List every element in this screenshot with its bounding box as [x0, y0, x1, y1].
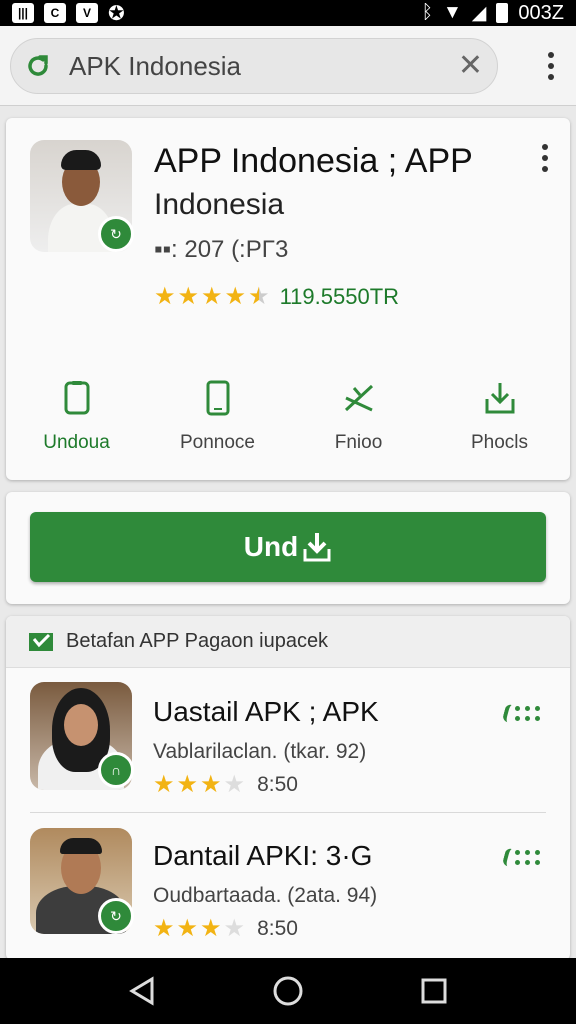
item-more-icon[interactable] [501, 703, 540, 723]
empty-star-icon: ★ [223, 915, 246, 942]
item-more-icon[interactable] [501, 847, 540, 867]
mail-check-icon [29, 632, 53, 651]
star-icon: ★ [154, 283, 176, 310]
clear-icon[interactable]: ✕ [458, 51, 483, 81]
tools-icon: ✪ [108, 2, 125, 25]
action-undoua[interactable]: Undoua [6, 380, 147, 454]
rating-stars: ★ ★ ★ ★ [153, 914, 245, 943]
recents-icon[interactable] [420, 977, 448, 1005]
item-name: Uastail APK ; APK [153, 696, 379, 727]
star-icon: ★ [201, 283, 223, 310]
action-ponnoce[interactable]: Ponnoce [147, 380, 288, 454]
action-label: Undoua [43, 432, 110, 453]
rating-count: 119.5550TR [279, 283, 400, 309]
related-apps-card: Betafan APP Pagaon iupacek ∩ Uastail APK… [6, 616, 570, 960]
star-icon: ★ [177, 283, 200, 310]
verified-badge-icon: ↻ [98, 898, 134, 934]
app-meta: ▪▪: 207 (:PΓ3 [154, 236, 289, 263]
clock: 003Z [518, 1, 564, 24]
related-header-title: Betafan APP Pagaon iupacek [66, 630, 329, 652]
gallery-icon: ||| [12, 3, 34, 23]
search-input[interactable]: APK Indonesia ✕ [10, 38, 498, 94]
download-icon [303, 533, 331, 562]
item-desc: Vablarilaclan. (tkar. 92) [153, 740, 367, 763]
list-item[interactable]: ∩ Uastail APK ; APK Vablarilaclan. (tkar… [6, 668, 570, 808]
action-phocls[interactable]: Phocls [429, 380, 570, 454]
verified-badge-icon: ∩ [98, 752, 134, 788]
star-icon: ★ [176, 915, 199, 942]
star-icon: ★ [153, 915, 175, 942]
vpn-icon: V [76, 3, 98, 23]
overflow-menu-icon[interactable] [548, 52, 554, 80]
star-icon: ★ [153, 771, 175, 798]
list-item[interactable]: ↻ Dantail APKI: 3·G Oudbartaada. (2ata. … [6, 814, 570, 954]
app-menu-icon[interactable] [542, 144, 548, 172]
divider [30, 812, 546, 813]
app-rating: ★ ★ ★ ★ ★ 119.5550TR [154, 282, 399, 311]
wifi-icon: ▼ [442, 2, 462, 23]
action-label: Phocls [470, 432, 529, 453]
phone-icon [205, 380, 231, 416]
download-button-label: Und [243, 531, 299, 562]
rating-stars: ★ ★ ★ ★ [153, 770, 245, 799]
battery-icon [496, 3, 509, 23]
item-name: Dantail APKI: 3·G [153, 840, 373, 871]
download-card: Und [6, 492, 570, 604]
c-app-icon: C [44, 3, 66, 23]
star-icon: ★ [224, 283, 247, 310]
tablet-icon [63, 380, 91, 416]
app-card: ↻ APP Indonesia ; APP Indonesia ▪▪: 207 … [6, 118, 570, 480]
download-button[interactable]: Und [30, 512, 546, 582]
action-row: Undoua Ponnoce Fnioo Phocls [6, 380, 570, 454]
back-icon[interactable] [128, 976, 156, 1006]
star-icon: ★ [176, 771, 199, 798]
status-bar: ||| C V ✪ ᛒ ▼ ◢ 003Z [0, 0, 576, 26]
star-icon: ★ [200, 771, 222, 798]
related-header: Betafan APP Pagaon iupacek [6, 616, 570, 668]
half-star-icon: ★ [248, 283, 270, 310]
empty-star-icon: ★ [223, 771, 246, 798]
item-time: 8:50 [257, 772, 298, 796]
app-title: APP Indonesia ; APP [154, 142, 473, 180]
item-desc: Oudbartaada. (2ata. 94) [153, 884, 378, 907]
share-icon [342, 380, 376, 416]
item-time: 8:50 [257, 916, 298, 940]
star-icon: ★ [200, 915, 222, 942]
download-tray-icon [484, 380, 516, 416]
action-label: Fnioo [334, 432, 383, 453]
action-label: Ponnoce [179, 432, 255, 453]
app-subtitle: Indonesia [154, 188, 285, 221]
signal-icon: ◢ [471, 2, 487, 24]
search-bar: APK Indonesia ✕ [0, 26, 576, 106]
item-rating: ★ ★ ★ ★ 8:50 [153, 914, 298, 943]
verified-badge-icon: ↻ [98, 216, 134, 252]
refresh-icon[interactable] [25, 53, 51, 79]
system-nav-bar [0, 958, 576, 1024]
action-fnioo[interactable]: Fnioo [288, 380, 429, 454]
rating-stars: ★ ★ ★ ★ ★ [154, 282, 270, 311]
home-icon[interactable] [272, 975, 304, 1007]
item-rating: ★ ★ ★ ★ 8:50 [153, 770, 298, 799]
search-query[interactable]: APK Indonesia [69, 51, 458, 82]
bluetooth-icon: ᛒ [421, 2, 433, 23]
